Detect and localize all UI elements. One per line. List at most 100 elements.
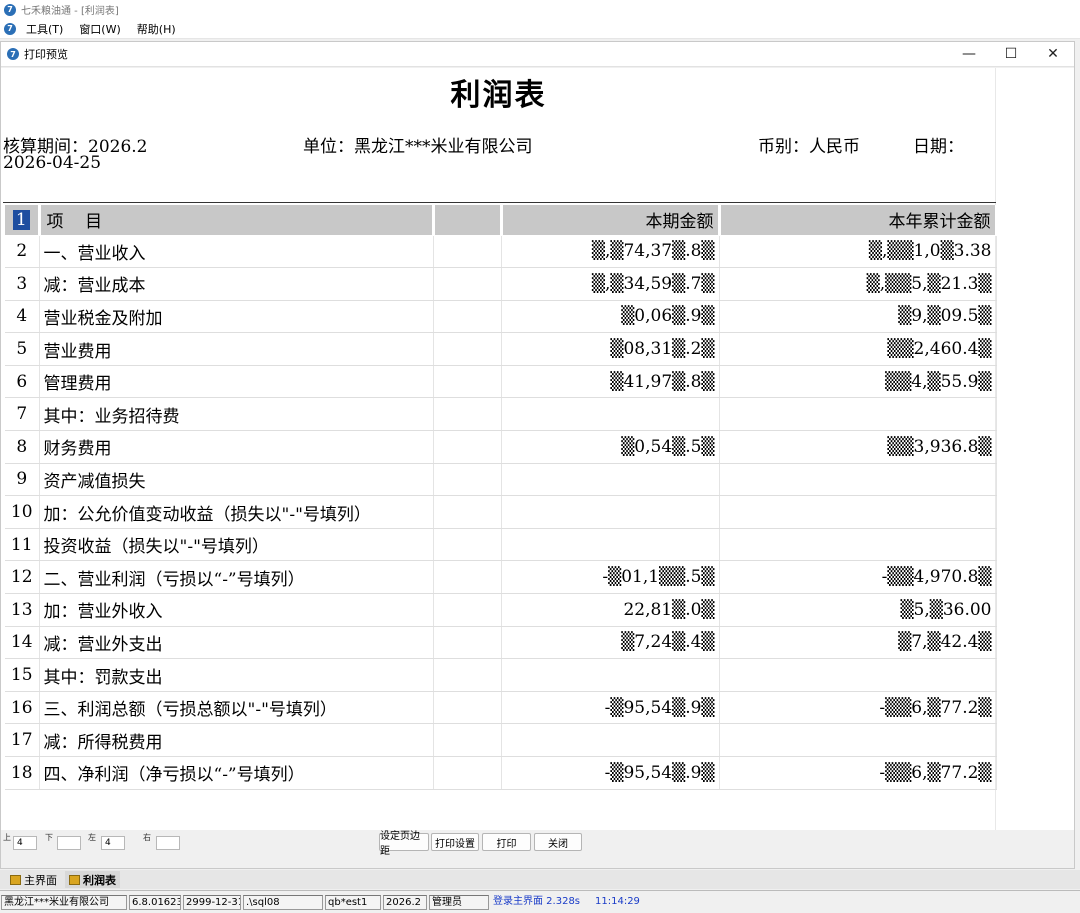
table-row: 17 减：所得税费用 <box>5 723 997 757</box>
table-row: 10 加：公允价值变动收益（损失以"-"号填列） <box>5 495 997 529</box>
print-preview-dialog: 7 打印预览 — ☐ ✕ 利润表 核算期间：2026.2 单位：黑龙江***米业… <box>0 41 1075 869</box>
row-item: 资产减值损失 <box>39 463 434 497</box>
margin-right-label: 右 <box>143 833 151 842</box>
table-row: 8 财务费用 ▒0,54▒.5▒ ▒▒3,936.8▒ <box>5 430 997 464</box>
column-header-ytd: 本年累计金额 <box>719 205 998 236</box>
row-blank <box>433 300 502 334</box>
row-item: 加：公允价值变动收益（损失以"-"号填列） <box>39 495 434 529</box>
margin-top-label: 上 <box>3 833 11 842</box>
report-preview-area[interactable]: 利润表 核算期间：2026.2 单位：黑龙江***米业有限公司 币别：人民币 日… <box>1 68 1074 830</box>
row-ytd-amount: ▒,▒▒1,0▒3.38 <box>719 235 997 269</box>
row-item: 财务费用 <box>39 430 434 464</box>
row-item: 减：营业成本 <box>39 267 434 301</box>
status-database: qb*est1 <box>325 894 381 910</box>
close-window-button[interactable]: ✕ <box>1032 42 1074 66</box>
table-row: 15 其中：罚款支出 <box>5 658 997 692</box>
column-header-item: 项 目 <box>39 205 435 236</box>
row-item: 营业费用 <box>39 332 434 366</box>
report-currency: 币别：人民币 <box>758 137 860 157</box>
status-company: 黑龙江***米业有限公司 <box>1 894 127 910</box>
row-number: 18 <box>5 756 40 790</box>
report-page: 利润表 核算期间：2026.2 单位：黑龙江***米业有限公司 币别：人民币 日… <box>1 68 998 830</box>
row-number: 3 <box>5 267 40 301</box>
income-statement-table: 1 项 目 本期金额 本年累计金额 2 一、营业收入 ▒,▒74,37▒.8▒ ▒,▒… <box>5 205 998 790</box>
row-item: 减：所得税费用 <box>39 723 434 757</box>
table-row: 2 一、营业收入 ▒,▒74,37▒.8▒ ▒,▒▒1,0▒3.38 <box>5 235 997 269</box>
row-number: 7 <box>5 397 40 432</box>
status-user: 管理员 <box>429 894 489 910</box>
column-header-current: 本期金额 <box>501 205 721 236</box>
row-blank <box>433 691 502 725</box>
tab-main-label: 主界面 <box>24 873 57 887</box>
row-blank <box>433 397 502 432</box>
row-number: 9 <box>5 463 40 497</box>
row-current-amount: ▒,▒34,59▒.7▒ <box>501 267 720 301</box>
row-ytd-amount: ▒▒4,▒55.9▒ <box>719 365 997 399</box>
tab-income-statement-label: 利润表 <box>83 873 116 887</box>
margin-left-input[interactable]: 4 <box>101 836 125 850</box>
row-item: 其中：业务招待费 <box>39 397 434 432</box>
row-number: 15 <box>5 658 40 692</box>
row-number: 2 <box>5 235 40 269</box>
maximize-button[interactable]: ☐ <box>990 42 1032 66</box>
row-ytd-amount <box>719 723 997 757</box>
table-row: 14 减：营业外支出 ▒7,24▒.4▒ ▒7,▒42.4▒ <box>5 626 997 660</box>
row-blank <box>433 723 502 757</box>
report-date-label: 日期： <box>913 137 964 157</box>
status-time: 11:14:29 <box>595 895 640 907</box>
margin-top-input[interactable]: 4 <box>13 836 37 850</box>
row-number: 6 <box>5 365 40 399</box>
row-item: 管理费用 <box>39 365 434 399</box>
row-blank <box>433 560 502 595</box>
tab-main[interactable]: 主界面 <box>6 871 61 888</box>
row-blank <box>433 495 502 529</box>
menu-window[interactable]: 窗口(W) <box>79 21 120 37</box>
row-ytd-amount: ▒7,▒42.4▒ <box>719 626 997 660</box>
print-button[interactable]: 打印 <box>482 833 531 851</box>
print-setup-button[interactable]: 打印设置 <box>431 833 479 851</box>
tab-income-statement[interactable]: 利润表 <box>65 871 120 888</box>
row-number: 8 <box>5 430 40 464</box>
status-expire: 2999-12-31 <box>183 894 241 910</box>
row-current-amount: -▒95,54▒.9▒ <box>501 756 720 790</box>
table-row: 9 资产减值损失 <box>5 463 997 497</box>
menu-help[interactable]: 帮助(H) <box>137 21 176 37</box>
row-current-amount <box>501 495 720 529</box>
row-current-amount: ▒0,06▒.9▒ <box>501 300 720 334</box>
row-ytd-amount <box>719 463 997 497</box>
document-tabs: 主界面 利润表 <box>0 870 1080 889</box>
minimize-button[interactable]: — <box>948 42 990 66</box>
table-row: 11 投资收益（损失以"-"号填列） <box>5 528 997 562</box>
row-current-amount <box>501 463 720 497</box>
margin-right-input[interactable] <box>156 836 180 850</box>
status-server: .\sql08 <box>243 894 323 910</box>
row-item: 二、营业利润（亏损以“-”号填列） <box>39 560 434 595</box>
row-current-amount: -▒95,54▒.9▒ <box>501 691 720 725</box>
app-title: 七禾粮油通 - [利润表] <box>21 6 119 17</box>
margin-bottom-label: 下 <box>45 833 53 842</box>
row-item: 加：营业外收入 <box>39 593 434 627</box>
close-button[interactable]: 关闭 <box>534 833 582 851</box>
row-blank <box>433 658 502 692</box>
menu-tools[interactable]: 工具(T) <box>26 21 63 37</box>
report-unit: 单位：黑龙江***米业有限公司 <box>303 137 533 157</box>
row-ytd-amount: -▒▒6,▒77.2▒ <box>719 691 997 725</box>
app-logo-icon: 7 <box>4 3 16 16</box>
row-blank <box>433 626 502 660</box>
table-row: 6 管理费用 ▒41,97▒.8▒ ▒▒4,▒55.9▒ <box>5 365 997 399</box>
row-item: 其中：罚款支出 <box>39 658 434 692</box>
row-ytd-amount: ▒5,▒36.00 <box>719 593 997 627</box>
row-current-amount: ▒7,24▒.4▒ <box>501 626 720 660</box>
row-ytd-amount <box>719 397 997 432</box>
row-ytd-amount: ▒,▒▒5,▒21.3▒ <box>719 267 997 301</box>
app-menu-icon[interactable]: 7 <box>4 22 16 35</box>
row-ytd-amount: -▒▒6,▒77.2▒ <box>719 756 997 790</box>
set-margin-button[interactable]: 设定页边距 <box>379 831 429 857</box>
row-current-amount: -▒01,1▒▒.5▒ <box>501 560 720 595</box>
table-header-row: 1 项 目 本期金额 本年累计金额 <box>5 205 998 236</box>
row-number: 5 <box>5 332 40 366</box>
margin-bottom-input[interactable] <box>57 836 81 850</box>
table-row: 7 其中：业务招待费 <box>5 397 997 432</box>
column-header-number: 1 <box>5 205 41 236</box>
row-blank <box>433 756 502 790</box>
